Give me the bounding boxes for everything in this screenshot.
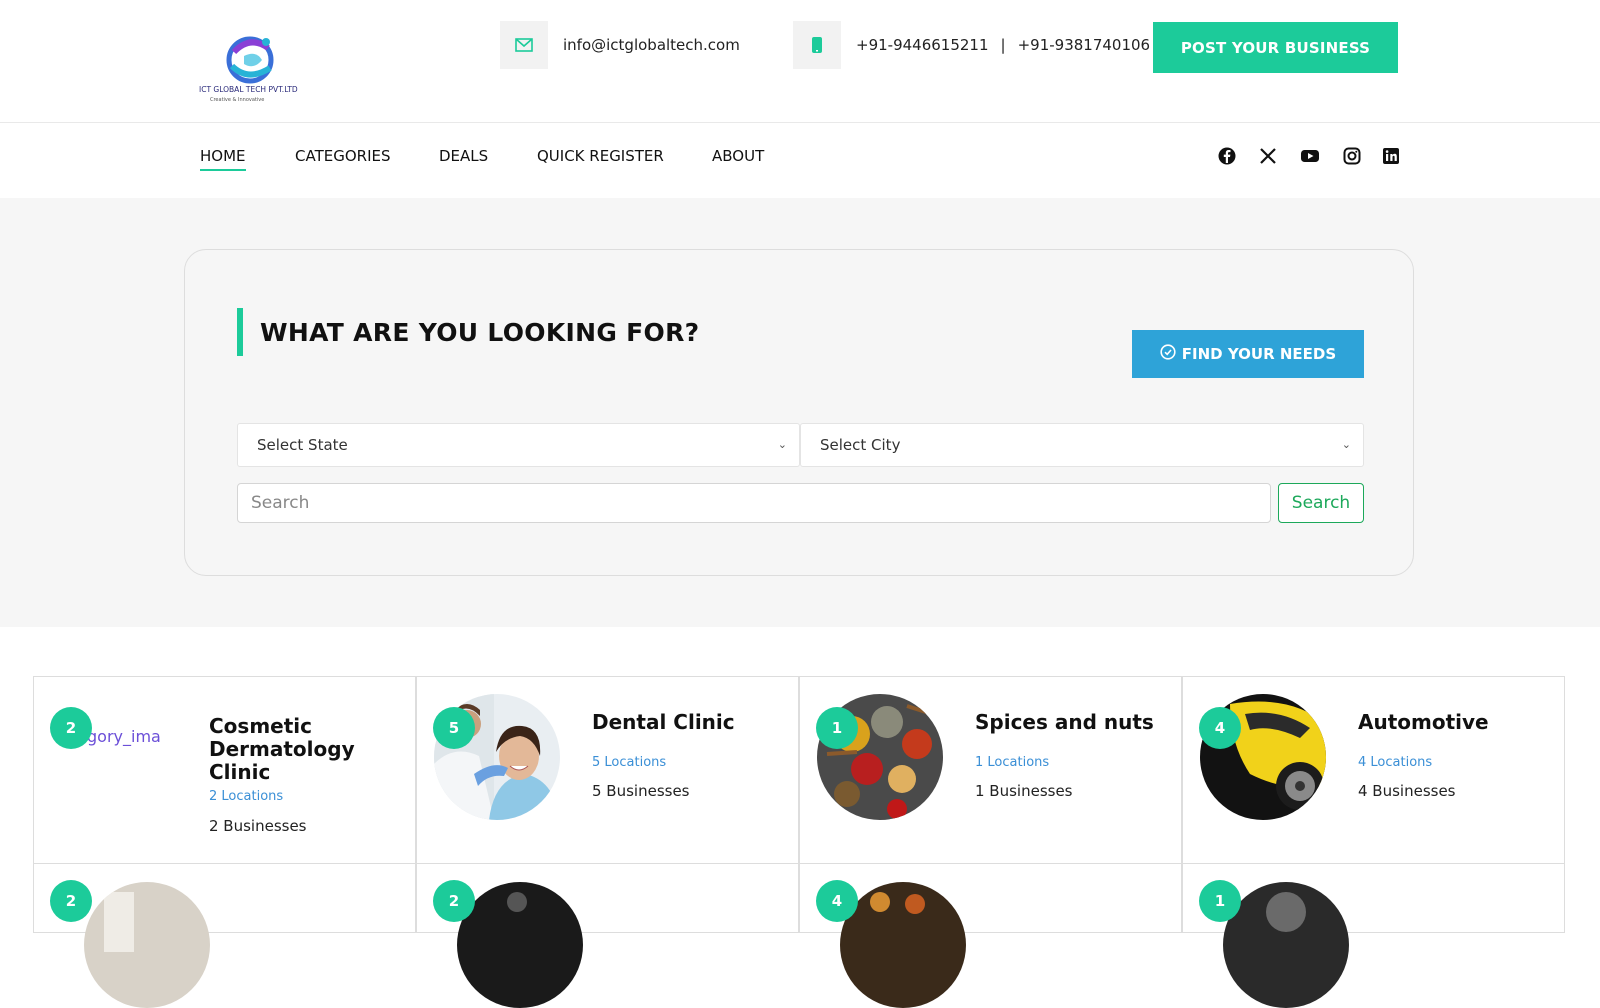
category-card-spices[interactable]: 1 Spices and nuts 1 Locations 1 Business… — [799, 676, 1182, 864]
count-badge: 5 — [433, 707, 475, 749]
search-card: WHAT ARE YOU LOOKING FOR? FIND YOUR NEED… — [184, 249, 1414, 576]
category-businesses: 1 Businesses — [975, 782, 1073, 800]
count-badge: 2 — [50, 880, 92, 922]
svg-text:ICT GLOBAL TECH PVT.LTD: ICT GLOBAL TECH PVT.LTD — [199, 85, 298, 94]
nav-deals[interactable]: DEALS — [439, 147, 488, 165]
category-locations[interactable]: 2 Locations — [209, 789, 283, 804]
email-contact: info@ictglobaltech.com — [500, 21, 740, 69]
category-title[interactable]: Automotive — [1358, 711, 1548, 734]
category-card[interactable]: 1 — [1182, 863, 1565, 1008]
category-image — [457, 882, 583, 1008]
category-title[interactable]: Cosmetic Dermatology Clinic — [209, 715, 399, 784]
company-logo[interactable]: ICT GLOBAL TECH PVT.LTD Creative & Innov… — [198, 30, 308, 104]
phone-number-2[interactable]: +91-9381740106 — [1018, 36, 1151, 54]
count-badge: 2 — [50, 707, 92, 749]
broken-image-alt-text: gory_ima — [87, 727, 161, 746]
facebook-icon[interactable] — [1217, 146, 1237, 166]
category-grid: 2 gory_ima Cosmetic Dermatology Clinic 2… — [33, 676, 1565, 1008]
state-select-value: Select State — [257, 436, 348, 454]
search-input[interactable]: Search — [237, 483, 1271, 523]
email-link[interactable]: info@ictglobaltech.com — [563, 36, 740, 54]
post-your-business-button[interactable]: POST YOUR BUSINESS — [1153, 22, 1398, 73]
category-card-automotive[interactable]: 4 Automotive 4 Locations 4 Businesses — [1182, 676, 1565, 864]
count-badge: 2 — [433, 880, 475, 922]
category-title[interactable]: Dental Clinic — [592, 711, 782, 734]
youtube-icon[interactable] — [1300, 146, 1320, 166]
linkedin-icon[interactable] — [1381, 146, 1401, 166]
find-your-needs-label: FIND YOUR NEEDS — [1181, 345, 1337, 363]
category-locations[interactable]: 1 Locations — [975, 755, 1049, 770]
category-card[interactable]: 2 — [416, 863, 799, 1008]
check-circle-icon — [1160, 344, 1176, 364]
phone-number-1[interactable]: +91-9446615211 — [856, 36, 989, 54]
nav-categories[interactable]: CATEGORIES — [295, 147, 391, 165]
top-header: ICT GLOBAL TECH PVT.LTD Creative & Innov… — [0, 0, 1600, 123]
category-image — [1223, 882, 1349, 1008]
search-heading: WHAT ARE YOU LOOKING FOR? — [260, 318, 700, 347]
category-image — [840, 882, 966, 1008]
phone-contact: +91-9446615211 | +91-9381740106 — [793, 21, 1150, 69]
category-card-cosmetic[interactable]: 2 gory_ima Cosmetic Dermatology Clinic 2… — [33, 676, 416, 864]
category-card[interactable]: 4 — [799, 863, 1182, 1008]
find-your-needs-button[interactable]: FIND YOUR NEEDS — [1132, 330, 1364, 378]
x-icon[interactable] — [1258, 146, 1278, 166]
state-select[interactable]: Select State ⌄ — [237, 423, 800, 467]
category-title[interactable]: Spices and nuts — [975, 711, 1165, 734]
count-badge: 4 — [1199, 707, 1241, 749]
phone-separator: | — [1000, 36, 1006, 54]
city-select-value: Select City — [820, 436, 901, 454]
search-section: WHAT ARE YOU LOOKING FOR? FIND YOUR NEED… — [0, 198, 1600, 627]
search-button[interactable]: Search — [1278, 483, 1364, 523]
nav-home[interactable]: HOME — [200, 147, 246, 171]
category-businesses: 5 Businesses — [592, 782, 690, 800]
category-locations[interactable]: 4 Locations — [1358, 755, 1432, 770]
main-nav: HOME CATEGORIES DEALS QUICK REGISTER ABO… — [0, 123, 1600, 198]
category-businesses: 2 Businesses — [209, 817, 307, 835]
chevron-down-icon: ⌄ — [1341, 438, 1351, 451]
category-image — [84, 882, 210, 1008]
category-card-dental[interactable]: 5 Dental Clinic 5 Locations 5 Businesses — [416, 676, 799, 864]
city-select[interactable]: Select City ⌄ — [800, 423, 1364, 467]
count-badge: 1 — [1199, 880, 1241, 922]
chevron-down-icon: ⌄ — [777, 438, 787, 451]
svg-text:Creative & Innovative: Creative & Innovative — [210, 97, 264, 103]
nav-quick-register[interactable]: QUICK REGISTER — [537, 147, 664, 165]
category-locations[interactable]: 5 Locations — [592, 755, 666, 770]
heading-accent-bar — [237, 308, 243, 356]
nav-about[interactable]: ABOUT — [712, 147, 764, 165]
mobile-phone-icon — [793, 21, 841, 69]
count-badge: 4 — [816, 880, 858, 922]
category-businesses: 4 Businesses — [1358, 782, 1456, 800]
instagram-icon[interactable] — [1342, 146, 1362, 166]
category-card[interactable]: 2 — [33, 863, 416, 1008]
envelope-icon — [500, 21, 548, 69]
count-badge: 1 — [816, 707, 858, 749]
